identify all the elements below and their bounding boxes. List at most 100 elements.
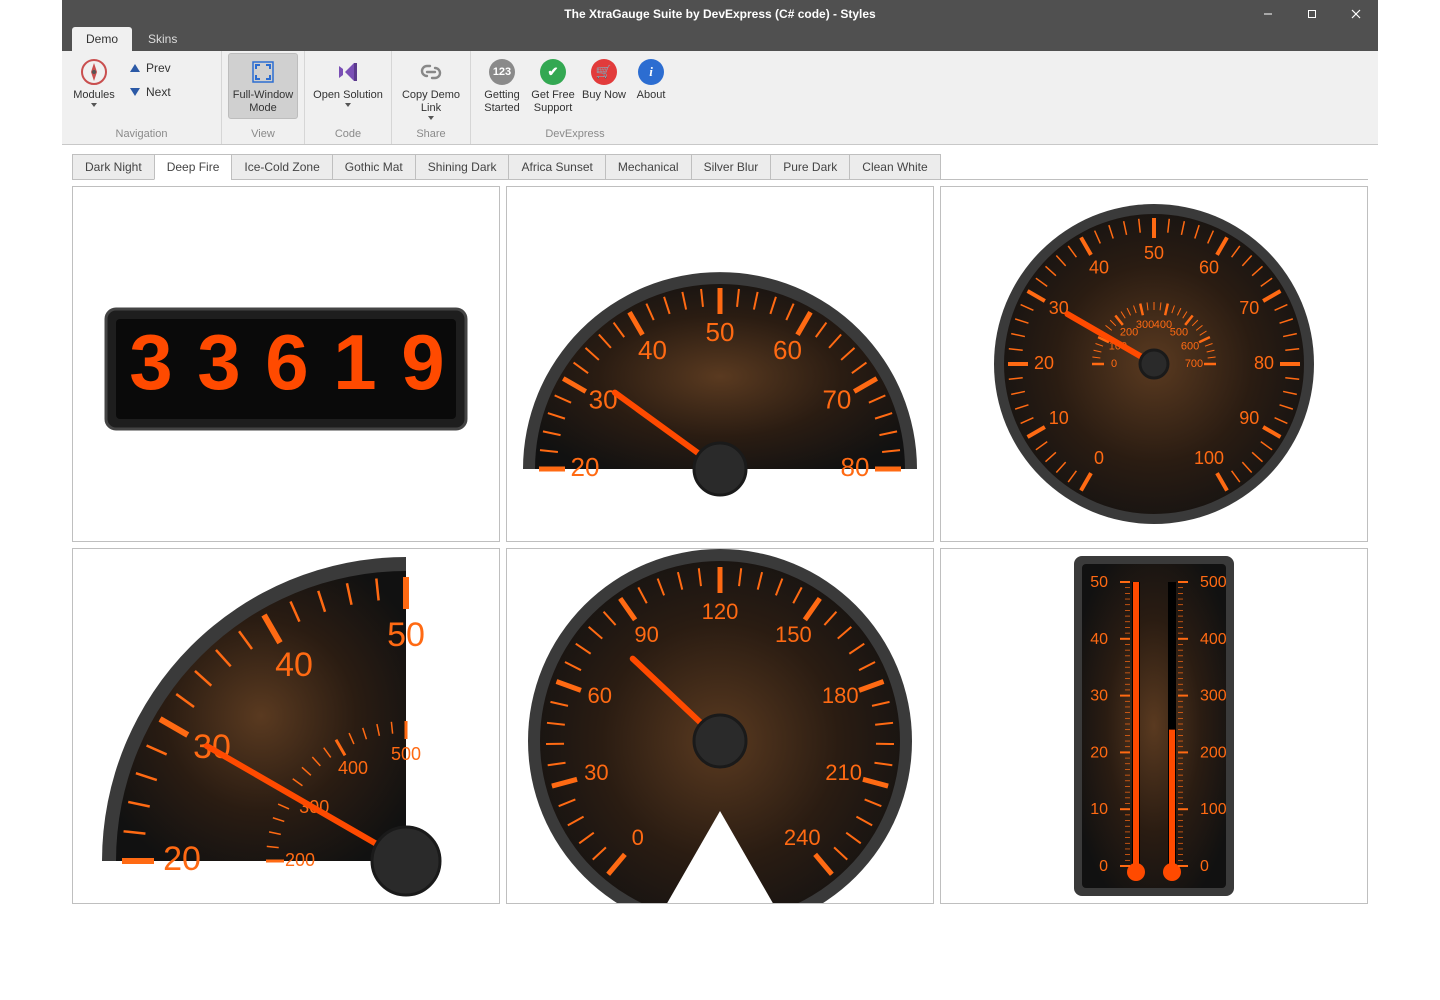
svg-text:0: 0: [1094, 448, 1104, 468]
svg-text:50: 50: [1144, 243, 1164, 263]
next-button[interactable]: Next: [124, 83, 177, 101]
svg-text:20: 20: [1034, 353, 1054, 373]
gauge-digital: 33619: [72, 186, 500, 542]
svg-text:10: 10: [1090, 801, 1108, 818]
svg-text:30: 30: [584, 760, 608, 785]
ribbon-tab-skins[interactable]: Skins: [134, 27, 191, 51]
group-label-devexpress: DevExpress: [477, 126, 673, 144]
svg-text:40: 40: [1090, 631, 1108, 648]
copy-demo-link-button[interactable]: Copy Demo Link: [398, 53, 464, 124]
svg-text:500: 500: [391, 744, 421, 764]
ribbon-tab-demo[interactable]: Demo: [72, 27, 132, 51]
style-tabs: Dark NightDeep FireIce-Cold ZoneGothic M…: [72, 153, 1368, 180]
about-button[interactable]: i About: [629, 53, 673, 106]
style-tab-pure-dark[interactable]: Pure Dark: [770, 154, 850, 180]
svg-text:120: 120: [702, 599, 739, 624]
svg-text:9: 9: [401, 318, 444, 406]
prev-button[interactable]: Prev: [124, 59, 177, 77]
modules-button[interactable]: Modules: [68, 53, 120, 111]
svg-text:0: 0: [1111, 358, 1117, 370]
gauge-half-circle: 20304050607080: [506, 186, 934, 542]
svg-text:80: 80: [1254, 353, 1274, 373]
svg-text:6: 6: [265, 318, 308, 406]
close-button[interactable]: [1334, 0, 1378, 27]
svg-text:3: 3: [129, 318, 172, 406]
style-tab-deep-fire[interactable]: Deep Fire: [154, 154, 233, 180]
ribbon: Modules Prev Next Navigation: [62, 51, 1378, 145]
free-support-button[interactable]: ✔ Get Free Support: [527, 53, 579, 119]
getting-started-button[interactable]: 123 Getting Started: [477, 53, 527, 119]
buy-now-button[interactable]: 🛒 Buy Now: [579, 53, 629, 106]
svg-text:0: 0: [1200, 858, 1209, 875]
svg-text:30: 30: [1090, 688, 1108, 705]
maximize-button[interactable]: [1290, 0, 1334, 27]
group-label-view: View: [228, 126, 298, 144]
style-tab-africa-sunset[interactable]: Africa Sunset: [508, 154, 605, 180]
style-tab-ice-cold-zone[interactable]: Ice-Cold Zone: [231, 154, 332, 180]
svg-text:1: 1: [333, 318, 376, 406]
svg-text:150: 150: [775, 622, 812, 647]
svg-text:300: 300: [1136, 319, 1154, 331]
svg-text:10: 10: [1049, 408, 1069, 428]
svg-text:40: 40: [1089, 257, 1109, 277]
gauge-270: 0306090120150180210240: [506, 548, 934, 904]
getting-started-icon: 123: [487, 57, 517, 87]
svg-text:90: 90: [1239, 408, 1259, 428]
svg-text:30: 30: [589, 384, 618, 414]
gauge-thermometer: 010203040500100200300400500: [940, 548, 1368, 904]
ribbon-tabstrip: Demo Skins: [62, 27, 1378, 51]
style-tab-mechanical[interactable]: Mechanical: [605, 154, 692, 180]
svg-text:600: 600: [1181, 341, 1199, 353]
fullscreen-icon: [248, 57, 278, 87]
open-solution-button[interactable]: Open Solution: [311, 53, 385, 111]
info-icon: i: [636, 57, 666, 87]
svg-text:70: 70: [1239, 298, 1259, 318]
triangle-down-icon: [130, 88, 140, 96]
dropdown-caret-icon: [428, 116, 434, 120]
svg-text:200: 200: [1200, 744, 1227, 761]
style-tab-silver-blur[interactable]: Silver Blur: [691, 154, 772, 180]
window-title: The XtraGauge Suite by DevExpress (C# co…: [564, 7, 875, 21]
title-bar: The XtraGauge Suite by DevExpress (C# co…: [62, 0, 1378, 27]
support-icon: ✔: [538, 57, 568, 87]
svg-text:60: 60: [773, 335, 802, 365]
svg-text:0: 0: [1099, 858, 1108, 875]
style-tab-shining-dark[interactable]: Shining Dark: [415, 154, 510, 180]
link-icon: [416, 57, 446, 87]
svg-text:20: 20: [163, 840, 201, 878]
style-tab-dark-night[interactable]: Dark Night: [72, 154, 155, 180]
cart-icon: 🛒: [589, 57, 619, 87]
svg-text:60: 60: [1199, 257, 1219, 277]
svg-text:50: 50: [706, 317, 735, 347]
svg-text:40: 40: [638, 335, 667, 365]
gauge-grid: 33619 20304050607080 0102030405060708090…: [72, 186, 1368, 904]
svg-text:400: 400: [338, 758, 368, 778]
svg-text:50: 50: [1090, 574, 1108, 591]
svg-text:180: 180: [822, 683, 859, 708]
gauge-quarter: 20304050200300400500: [72, 548, 500, 904]
group-label-code: Code: [311, 126, 385, 144]
triangle-up-icon: [130, 64, 140, 72]
minimize-button[interactable]: [1246, 0, 1290, 27]
svg-text:100: 100: [1194, 448, 1224, 468]
svg-text:20: 20: [571, 452, 600, 482]
gauge-full-dual: 0102030405060708090100010020030040050060…: [940, 186, 1368, 542]
full-window-mode-button[interactable]: Full-Window Mode: [228, 53, 298, 119]
style-tab-gothic-mat[interactable]: Gothic Mat: [332, 154, 416, 180]
group-label-share: Share: [398, 126, 464, 144]
dropdown-caret-icon: [91, 103, 97, 107]
style-tab-clean-white[interactable]: Clean White: [849, 154, 940, 180]
svg-text:500: 500: [1170, 327, 1188, 339]
svg-text:500: 500: [1200, 574, 1227, 591]
group-label-navigation: Navigation: [68, 126, 215, 144]
svg-text:400: 400: [1200, 631, 1227, 648]
svg-text:40: 40: [275, 646, 313, 684]
svg-text:0: 0: [632, 825, 644, 850]
svg-text:210: 210: [825, 760, 862, 785]
svg-text:700: 700: [1185, 358, 1203, 370]
svg-text:50: 50: [387, 616, 425, 654]
svg-text:80: 80: [841, 452, 870, 482]
svg-text:90: 90: [634, 622, 658, 647]
svg-text:60: 60: [587, 683, 611, 708]
svg-text:20: 20: [1090, 744, 1108, 761]
